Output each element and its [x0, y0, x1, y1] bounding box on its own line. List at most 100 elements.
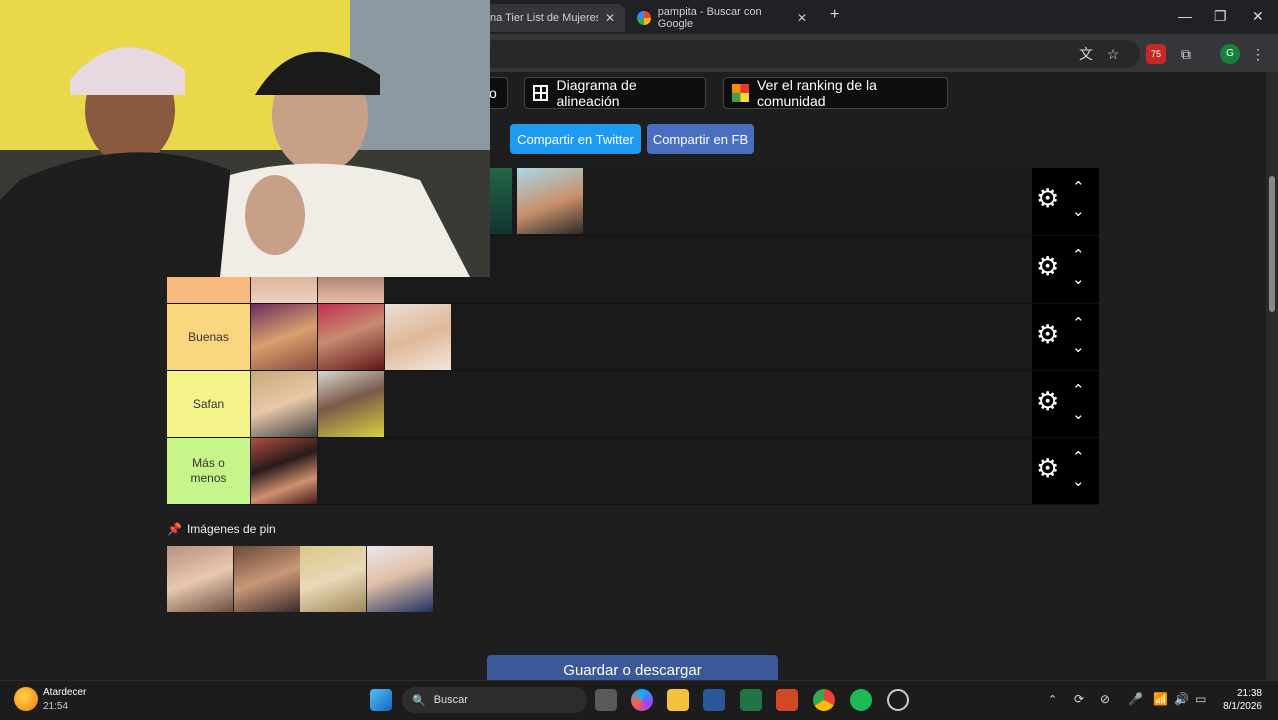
pin-image[interactable]	[300, 546, 366, 612]
translate-icon[interactable]: 文	[1076, 44, 1096, 64]
gear-icon[interactable]: ⚙	[1036, 251, 1059, 282]
scrollbar[interactable]	[1266, 72, 1278, 680]
close-window-icon[interactable]: ✕	[1252, 8, 1264, 25]
partial-button-label: o	[489, 85, 497, 101]
chevron-down-icon[interactable]: ⌄	[1072, 202, 1085, 220]
search-icon: 🔍	[412, 694, 426, 707]
battery-icon[interactable]: ▭	[1195, 692, 1206, 706]
share-fb-button[interactable]: Compartir en FB	[647, 124, 754, 154]
tier-image[interactable]	[385, 304, 451, 370]
chevron-up-icon[interactable]: ⌃	[1048, 693, 1057, 706]
tier-image[interactable]	[487, 168, 512, 234]
chevron-down-icon[interactable]: ⌄	[1072, 270, 1085, 288]
webcam-video	[0, 0, 490, 277]
tier-image[interactable]	[318, 304, 384, 370]
tab-label: pampita - Buscar con Google	[657, 6, 762, 30]
grid-icon	[533, 85, 549, 101]
taskbar: Atardecer 21:54 🔍 Buscar ⌃ ⟳ ⊘ 🎤 📶 🔊 ▭ 2…	[0, 680, 1278, 720]
tier-image[interactable]	[251, 438, 317, 504]
tab-google-search[interactable]: pampita - Buscar con Google ✕	[627, 4, 817, 32]
tier-row: Más o menos ⚙ ⌃ ⌄	[167, 438, 1099, 505]
sync-icon[interactable]: ⟳	[1074, 692, 1084, 706]
network-off-icon[interactable]: ⊘	[1100, 692, 1110, 706]
bookmark-star-icon[interactable]: ☆	[1103, 44, 1123, 64]
button-label: Ver el ranking de la comunidad	[757, 77, 877, 109]
tier-controls: ⚙ ⌃ ⌄	[1032, 304, 1099, 370]
color-grid-icon	[732, 84, 750, 102]
extensions-puzzle-icon[interactable]: ⧉	[1176, 44, 1196, 64]
pin-image[interactable]	[234, 546, 300, 612]
chevron-up-icon[interactable]: ⌃	[1072, 448, 1085, 466]
tier-image[interactable]	[251, 371, 317, 437]
tier-controls: ⚙ ⌃ ⌄	[1032, 438, 1099, 504]
clock-date[interactable]: 8/1/2026	[1218, 701, 1262, 712]
tier-image[interactable]	[251, 276, 317, 303]
wifi-icon[interactable]: 📶	[1153, 692, 1168, 706]
chevron-down-icon[interactable]: ⌄	[1072, 338, 1085, 356]
close-icon[interactable]: ✕	[605, 11, 615, 25]
more-menu-icon[interactable]: ⋮	[1248, 44, 1268, 64]
microphone-icon[interactable]: 🎤	[1128, 692, 1143, 706]
tier-controls: ⚙ ⌃ ⌄	[1032, 371, 1099, 437]
word-icon[interactable]	[703, 689, 725, 711]
chevron-up-icon[interactable]: ⌃	[1072, 314, 1085, 332]
save-download-button[interactable]: Guardar o descargar	[487, 655, 778, 680]
tier-label[interactable]: Safan	[167, 371, 250, 437]
maximize-icon[interactable]: ❐	[1214, 8, 1227, 25]
search-placeholder: Buscar	[433, 694, 468, 706]
community-ranking-button[interactable]: Ver el ranking de la comunidad	[723, 77, 948, 109]
powerpoint-icon[interactable]	[776, 689, 798, 711]
button-label: Diagrama de alineación	[556, 77, 637, 109]
scrollbar-thumb[interactable]	[1269, 176, 1275, 312]
tier-image[interactable]	[251, 304, 317, 370]
profile-avatar[interactable]: G	[1220, 44, 1240, 64]
gear-icon[interactable]: ⚙	[1036, 386, 1059, 417]
tier-row: Buenas ⚙ ⌃ ⌄	[167, 304, 1099, 371]
tier-controls: ⚙ ⌃ ⌄	[1032, 168, 1099, 235]
gear-icon[interactable]: ⚙	[1036, 453, 1059, 484]
alignment-chart-button[interactable]: Diagrama de alineación	[524, 77, 706, 109]
copilot-icon[interactable]	[631, 689, 653, 711]
chevron-down-icon[interactable]: ⌄	[1072, 405, 1085, 423]
tier-controls: ⚙ ⌃ ⌄	[1032, 236, 1099, 303]
pin-title: Imágenes de pin	[186, 522, 276, 536]
excel-icon[interactable]	[740, 689, 762, 711]
new-tab-button[interactable]: +	[830, 6, 839, 24]
task-view-icon[interactable]	[595, 689, 617, 711]
windows-start-icon[interactable]	[370, 689, 392, 711]
pushpin-icon: 📌	[167, 522, 182, 536]
volume-icon[interactable]: 🔊	[1174, 692, 1189, 706]
app-icon[interactable]	[887, 689, 909, 711]
tier-row: Safan ⚙ ⌃ ⌄	[167, 371, 1099, 438]
webcam-overlay	[0, 0, 490, 277]
weather-icon[interactable]	[14, 687, 38, 711]
file-explorer-icon[interactable]	[667, 689, 689, 711]
chevron-up-icon[interactable]: ⌃	[1072, 381, 1085, 399]
google-icon	[637, 11, 651, 25]
tier-label[interactable]: Más o menos	[167, 438, 250, 504]
chevron-up-icon[interactable]: ⌃	[1072, 246, 1085, 264]
chevron-down-icon[interactable]: ⌄	[1072, 472, 1085, 490]
tier-label[interactable]: Buenas	[167, 304, 250, 370]
clock-time[interactable]: 21:38	[1228, 688, 1262, 699]
tier-image[interactable]	[318, 371, 384, 437]
tier-image[interactable]	[517, 168, 583, 234]
pin-image[interactable]	[167, 546, 233, 612]
tab-label: na Tier List de Mujeres ...	[490, 12, 598, 24]
tier-image[interactable]	[318, 276, 384, 303]
chrome-icon[interactable]	[813, 689, 835, 711]
address-bar[interactable]	[480, 40, 1140, 68]
minimize-icon[interactable]: —	[1178, 8, 1192, 24]
chevron-up-icon[interactable]: ⌃	[1072, 178, 1085, 196]
tab-tier-list[interactable]: na Tier List de Mujeres ... ✕	[480, 4, 625, 32]
pin-section-title: 📌 Imágenes de pin	[167, 522, 276, 536]
share-twitter-button[interactable]: Compartir en Twitter	[510, 124, 641, 154]
spotify-icon[interactable]	[850, 689, 872, 711]
close-icon[interactable]: ✕	[797, 11, 807, 25]
pin-image[interactable]	[367, 546, 433, 612]
gear-icon[interactable]: ⚙	[1036, 319, 1059, 350]
extension-badge-icon[interactable]: 75	[1146, 44, 1166, 64]
taskbar-search[interactable]: 🔍 Buscar	[402, 687, 587, 713]
weather-label[interactable]: Atardecer	[43, 687, 86, 698]
gear-icon[interactable]: ⚙	[1036, 183, 1059, 214]
